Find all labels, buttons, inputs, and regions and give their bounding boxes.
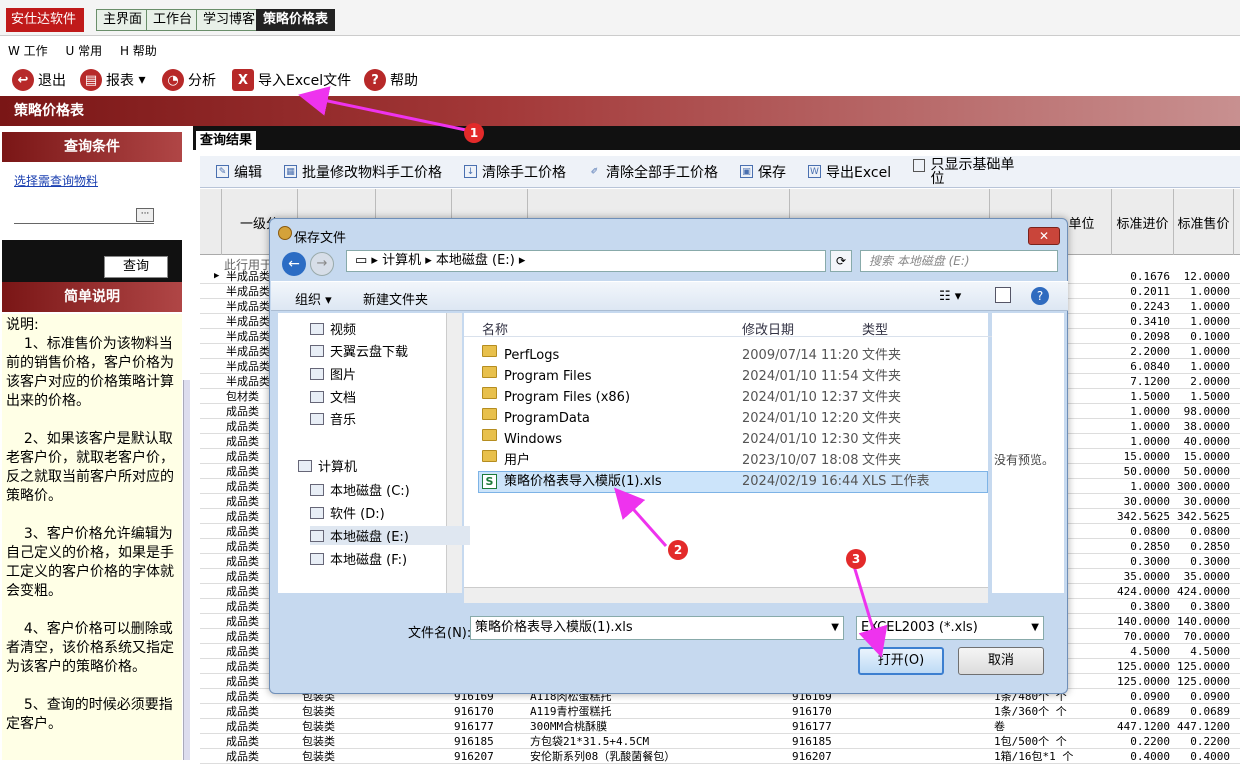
annotation-badge-3: 3 bbox=[846, 549, 866, 569]
arrow-3 bbox=[852, 565, 888, 658]
annotation-badge-2: 2 bbox=[668, 540, 688, 560]
arrow-1 bbox=[298, 86, 467, 132]
annotation-overlay bbox=[298, 86, 888, 658]
arrow-2 bbox=[614, 487, 668, 547]
annotation-badge-1: 1 bbox=[464, 123, 484, 143]
